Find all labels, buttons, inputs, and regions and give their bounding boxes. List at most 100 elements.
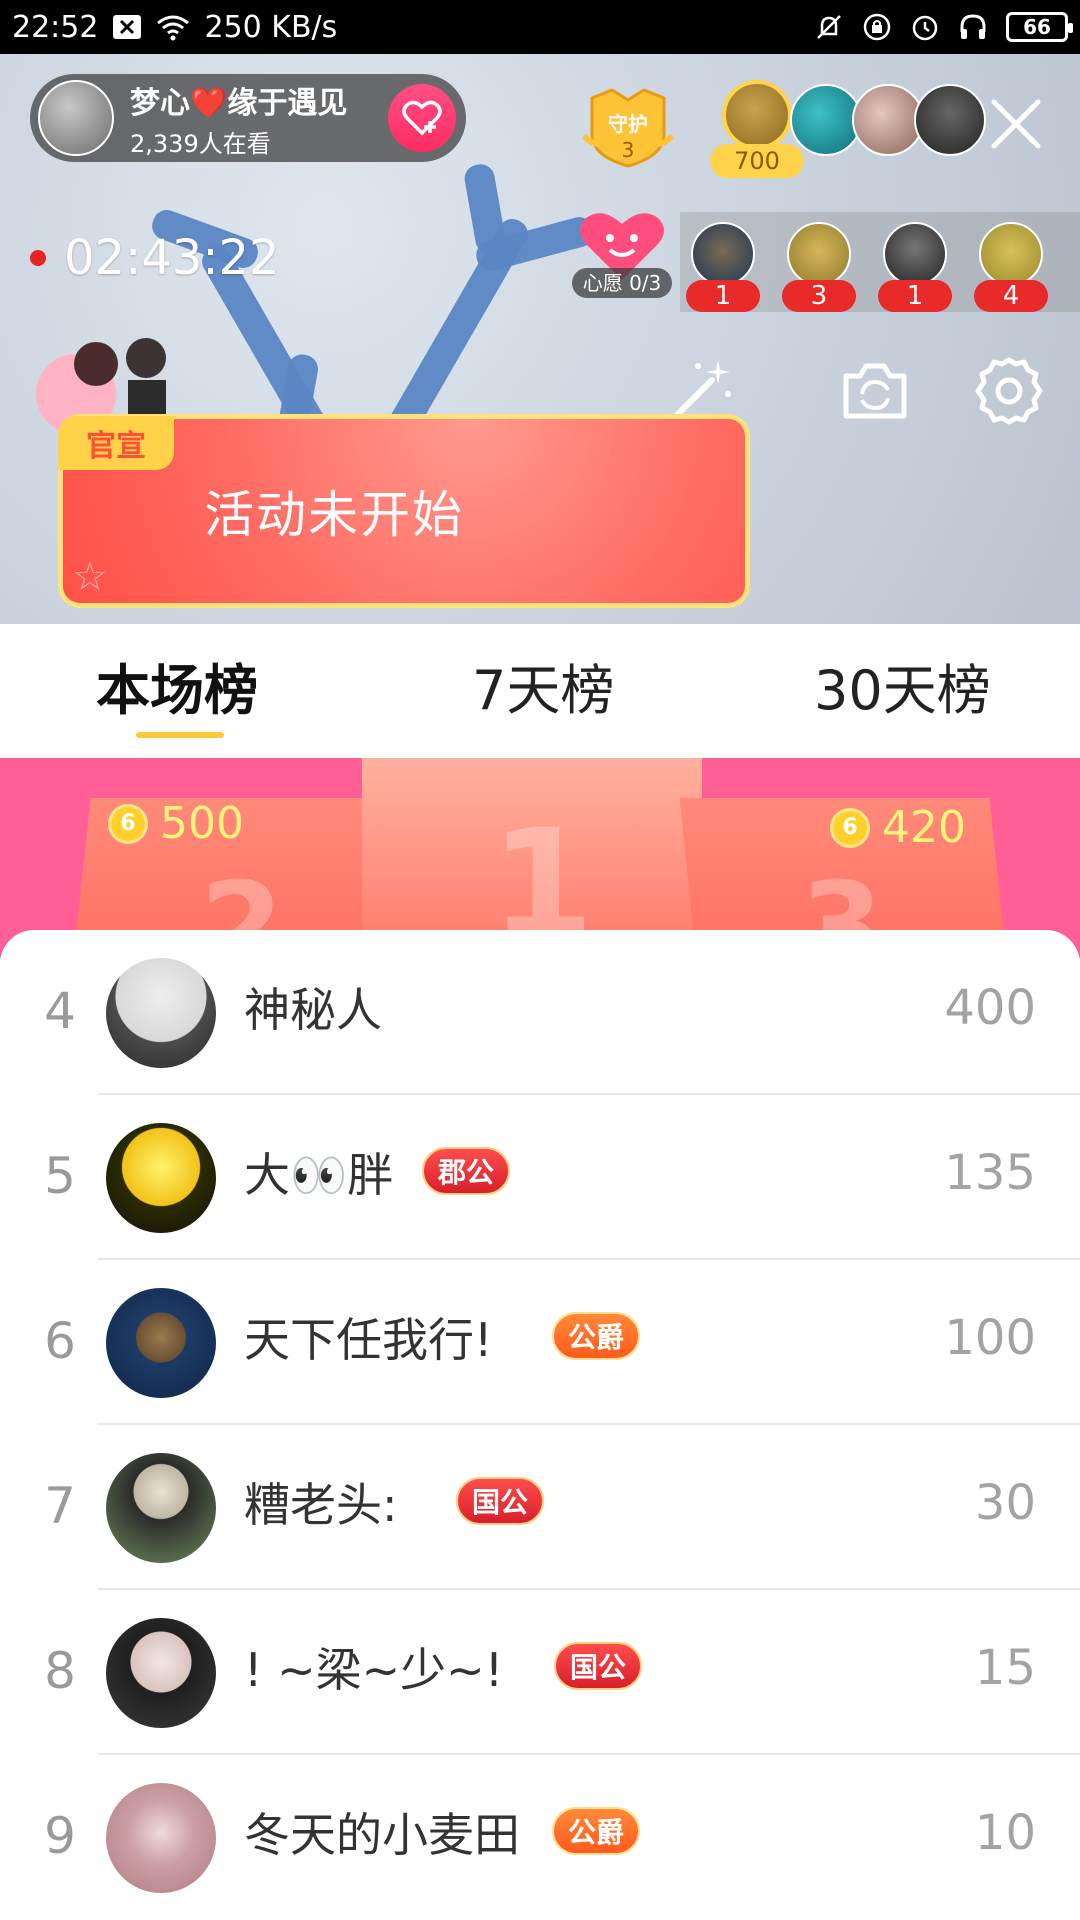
rank-number: 5 bbox=[44, 1147, 76, 1205]
user-avatar[interactable] bbox=[106, 958, 216, 1068]
wish-progress: 心愿 0/3 bbox=[572, 268, 672, 298]
user-name: 糟老头: bbox=[244, 1478, 398, 1532]
rank-title-badge: 公爵 bbox=[552, 1312, 641, 1360]
follow-button[interactable] bbox=[388, 84, 456, 152]
tab-active-indicator bbox=[136, 732, 224, 738]
user-avatar[interactable] bbox=[106, 1783, 216, 1893]
alarm-icon bbox=[910, 12, 940, 42]
live-video-area[interactable]: 梦心❤️缘于遇见 2,339人在看 守护 3 700 02:43:22 心愿 0… bbox=[0, 54, 1080, 624]
tab-this-session[interactable]: 本场榜 bbox=[96, 646, 258, 725]
top-three-podium: 1 2 3 6 500 6 420 bbox=[0, 758, 1080, 958]
contributor-count: 3 bbox=[782, 280, 856, 312]
gear-icon bbox=[975, 357, 1043, 425]
user-score: 135 bbox=[944, 1145, 1036, 1201]
user-score: 100 bbox=[944, 1310, 1036, 1366]
podium-third-score: 6 420 bbox=[830, 802, 966, 853]
top-fan-avatar bbox=[722, 80, 792, 150]
user-name: 大👀胖 bbox=[244, 1148, 394, 1202]
leaderboard-row[interactable]: 9 冬天的小麦田 公爵 10 bbox=[0, 1755, 1080, 1920]
tab-7-days[interactable]: 7天榜 bbox=[472, 646, 614, 725]
user-avatar[interactable] bbox=[106, 1288, 216, 1398]
contributor-avatar bbox=[883, 222, 947, 286]
leaderboard-row[interactable]: 5 大👀胖 郡公 135 bbox=[0, 1095, 1080, 1260]
contributor-slot[interactable]: 1 bbox=[878, 222, 952, 312]
contributor-slot[interactable]: 1 bbox=[686, 222, 760, 312]
status-bar: 22:52 250 KB/s 66 bbox=[0, 0, 1080, 54]
badge-label: 国公 bbox=[472, 1486, 529, 1519]
close-button[interactable] bbox=[988, 96, 1044, 152]
mute-icon bbox=[814, 12, 844, 42]
podium-second-score: 6 500 bbox=[108, 798, 244, 849]
heart-plus-icon bbox=[402, 100, 442, 136]
coin-icon: 6 bbox=[108, 803, 148, 844]
user-avatar[interactable] bbox=[106, 1618, 216, 1728]
guard-label: 守护 bbox=[608, 112, 648, 136]
leaderboard-row[interactable]: 8 ! ~梁~少~! 国公 15 bbox=[0, 1590, 1080, 1755]
user-score: 30 bbox=[974, 1475, 1036, 1531]
viewer-avatars[interactable] bbox=[790, 84, 986, 156]
user-score: 400 bbox=[944, 980, 1036, 1036]
user-name: ! ~梁~少~! bbox=[244, 1643, 504, 1697]
contributor-count: 1 bbox=[686, 280, 760, 312]
rank-title-badge: 公爵 bbox=[552, 1807, 641, 1855]
contributor-slot[interactable]: 4 bbox=[974, 222, 1048, 312]
rank-title-badge: 国公 bbox=[456, 1477, 545, 1525]
contributor-count: 4 bbox=[974, 280, 1048, 312]
settings-button[interactable] bbox=[972, 354, 1046, 428]
user-name: 神秘人 bbox=[244, 983, 382, 1037]
contributor-avatar bbox=[787, 222, 851, 286]
guard-count: 3 bbox=[621, 138, 635, 162]
rank-number: 9 bbox=[44, 1807, 76, 1865]
network-speed: 250 KB/s bbox=[204, 9, 338, 45]
user-score: 15 bbox=[974, 1640, 1036, 1696]
badge-label: 郡公 bbox=[438, 1156, 495, 1189]
notification-x-icon bbox=[112, 14, 142, 40]
rank-title-badge: 国公 bbox=[554, 1642, 643, 1690]
star-icon: ☆ bbox=[72, 554, 108, 600]
top-fan[interactable]: 700 bbox=[710, 80, 804, 180]
host-info-pill[interactable]: 梦心❤️缘于遇见 2,339人在看 bbox=[30, 74, 466, 162]
rank-number: 7 bbox=[44, 1477, 76, 1535]
user-name: 天下任我行! bbox=[244, 1313, 493, 1367]
host-avatar[interactable] bbox=[38, 80, 114, 156]
coin-icon: 6 bbox=[830, 807, 870, 848]
wifi-icon bbox=[156, 13, 190, 41]
official-tag: 官宣 bbox=[58, 416, 174, 470]
user-avatar[interactable] bbox=[106, 1453, 216, 1563]
switch-camera-button[interactable] bbox=[838, 354, 912, 428]
badge-label: 公爵 bbox=[568, 1816, 625, 1849]
headphones-icon bbox=[958, 12, 988, 42]
leaderboard-row[interactable]: 4 神秘人 400 bbox=[0, 930, 1080, 1095]
rank-number: 4 bbox=[44, 982, 76, 1040]
leaderboard-row[interactable]: 6 天下任我行! 公爵 100 bbox=[0, 1260, 1080, 1425]
badge-label: 公爵 bbox=[568, 1321, 625, 1354]
leaderboard-row[interactable]: 7 糟老头: 国公 30 bbox=[0, 1425, 1080, 1590]
rank-title-badge: 郡公 bbox=[422, 1147, 511, 1195]
user-name: 冬天的小麦田 bbox=[244, 1808, 520, 1862]
third-score-value: 420 bbox=[882, 802, 966, 853]
guard-badge[interactable]: 守护 3 bbox=[581, 86, 675, 170]
live-timer: 02:43:22 bbox=[30, 230, 280, 286]
viewer-avatar[interactable] bbox=[914, 84, 986, 156]
badge-label: 国公 bbox=[570, 1651, 627, 1684]
contributor-avatar bbox=[979, 222, 1043, 286]
ranking-tabs: 本场榜 7天榜 30天榜 bbox=[0, 624, 1080, 758]
leaderboard-list[interactable]: 4 神秘人 400 5 大👀胖 郡公 135 6 天下任我行! 公爵 100 7… bbox=[0, 930, 1080, 1920]
second-score-value: 500 bbox=[160, 798, 244, 849]
rank-number: 8 bbox=[44, 1642, 76, 1700]
rank-number: 6 bbox=[44, 1312, 76, 1370]
close-icon bbox=[991, 99, 1041, 149]
contributor-avatar bbox=[691, 222, 755, 286]
recording-dot-icon bbox=[30, 250, 46, 266]
user-avatar[interactable] bbox=[106, 1123, 216, 1233]
user-score: 10 bbox=[974, 1805, 1036, 1861]
viewer-count: 2,339人在看 bbox=[130, 129, 271, 158]
contributor-count: 1 bbox=[878, 280, 952, 312]
lock-rotation-icon bbox=[862, 12, 892, 42]
contributor-strip[interactable]: 1 3 1 4 bbox=[680, 212, 1080, 312]
contributor-slot[interactable]: 3 bbox=[782, 222, 856, 312]
tab-30-days[interactable]: 30天榜 bbox=[814, 646, 991, 725]
top-fan-score: 700 bbox=[710, 144, 804, 178]
activity-status: 活动未开始 bbox=[204, 486, 464, 544]
status-time: 22:52 bbox=[12, 9, 99, 45]
